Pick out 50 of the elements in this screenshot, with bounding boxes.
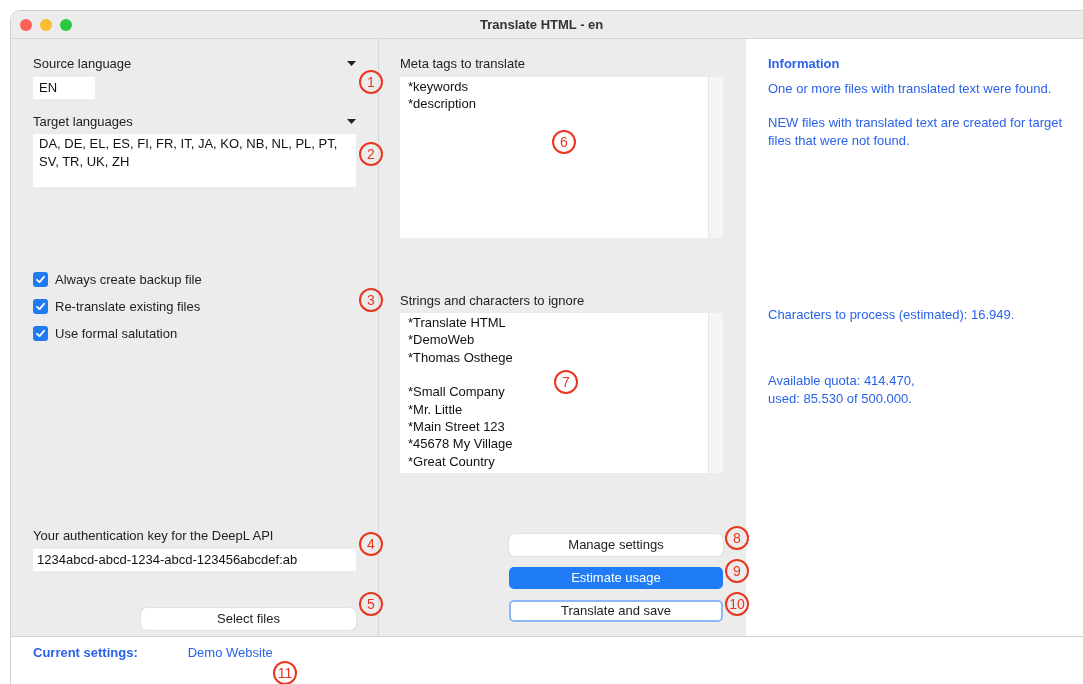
window-title: Translate HTML - en bbox=[480, 15, 604, 34]
callout-marker: 1 bbox=[359, 70, 383, 94]
callout-marker: 4 bbox=[359, 532, 383, 556]
checkbox[interactable] bbox=[33, 299, 48, 314]
checkbox[interactable] bbox=[33, 272, 48, 287]
info-text: One or more files with translated text were found. bbox=[768, 79, 1053, 98]
current-settings-label: Current settings: bbox=[33, 644, 138, 662]
checkbox[interactable] bbox=[33, 326, 48, 341]
callout-marker: 5 bbox=[359, 592, 383, 616]
source-language-field[interactable]: EN bbox=[33, 76, 95, 99]
callout-marker: 10 bbox=[725, 592, 749, 616]
callout-marker: 3 bbox=[359, 288, 383, 312]
callout-marker: 6 bbox=[552, 130, 576, 154]
callout-marker: 9 bbox=[725, 559, 749, 583]
field-label: Your authentication key for the DeepL API bbox=[33, 527, 275, 545]
text-line: *keywords bbox=[408, 77, 469, 95]
information-heading: Information bbox=[768, 55, 841, 73]
info-text: Available quota: 414.470, used: 85.530 of 500.000. bbox=[768, 371, 916, 408]
text-line: *Mr. Little bbox=[408, 400, 464, 419]
current-settings-value: Demo Website bbox=[187, 644, 273, 662]
action-button[interactable]: Translate and save bbox=[509, 600, 723, 622]
field-label: Source language bbox=[33, 55, 132, 73]
text-line: *Small Company bbox=[408, 383, 506, 401]
field-label: Strings and characters to ignore bbox=[400, 291, 586, 310]
text-line: *DemoWeb bbox=[408, 331, 476, 349]
auth-key-field[interactable]: 1234abcd-abcd-1234-abcd-123456abcdef:ab bbox=[33, 548, 356, 571]
action-button[interactable]: Estimate usage bbox=[509, 567, 723, 589]
field-label: Target languages bbox=[33, 112, 133, 131]
select-files-button[interactable]: Select files bbox=[141, 607, 356, 630]
text-line: *Main Street 123 bbox=[408, 418, 506, 436]
info-text: Characters to process (estimated): 16.949. bbox=[768, 305, 1016, 324]
close-icon[interactable] bbox=[20, 18, 32, 31]
callout-marker: 8 bbox=[725, 526, 749, 550]
text-line: *45678 My Village bbox=[408, 435, 514, 453]
action-button[interactable]: Manage settings bbox=[509, 534, 723, 556]
dropdown-caret-icon[interactable] bbox=[347, 61, 356, 67]
callout-marker: 11 bbox=[273, 661, 297, 684]
field-label: Meta tags to translate bbox=[400, 55, 526, 73]
info-text: NEW files with translated text are created for target files that were not found. bbox=[768, 113, 1064, 150]
callout-marker: 7 bbox=[554, 370, 578, 394]
checkbox-label: Always create backup file bbox=[55, 270, 202, 289]
checkbox-label: Re-translate existing files bbox=[55, 297, 201, 316]
text-line: *Thomas Osthege bbox=[408, 348, 514, 367]
text-line: *Great Country bbox=[408, 452, 496, 471]
dropdown-caret-icon[interactable] bbox=[347, 118, 356, 124]
callout-marker: 2 bbox=[359, 142, 383, 166]
text-line: *Translate HTML bbox=[408, 314, 507, 332]
text-line: *description bbox=[408, 94, 477, 113]
target-languages-field[interactable]: DA, DE, EL, ES, FI, FR, IT, JA, KO, NB, NL, PL, PT, SV, TR, UK, ZH bbox=[33, 134, 356, 187]
checkbox-label: Use formal salutation bbox=[55, 324, 178, 343]
